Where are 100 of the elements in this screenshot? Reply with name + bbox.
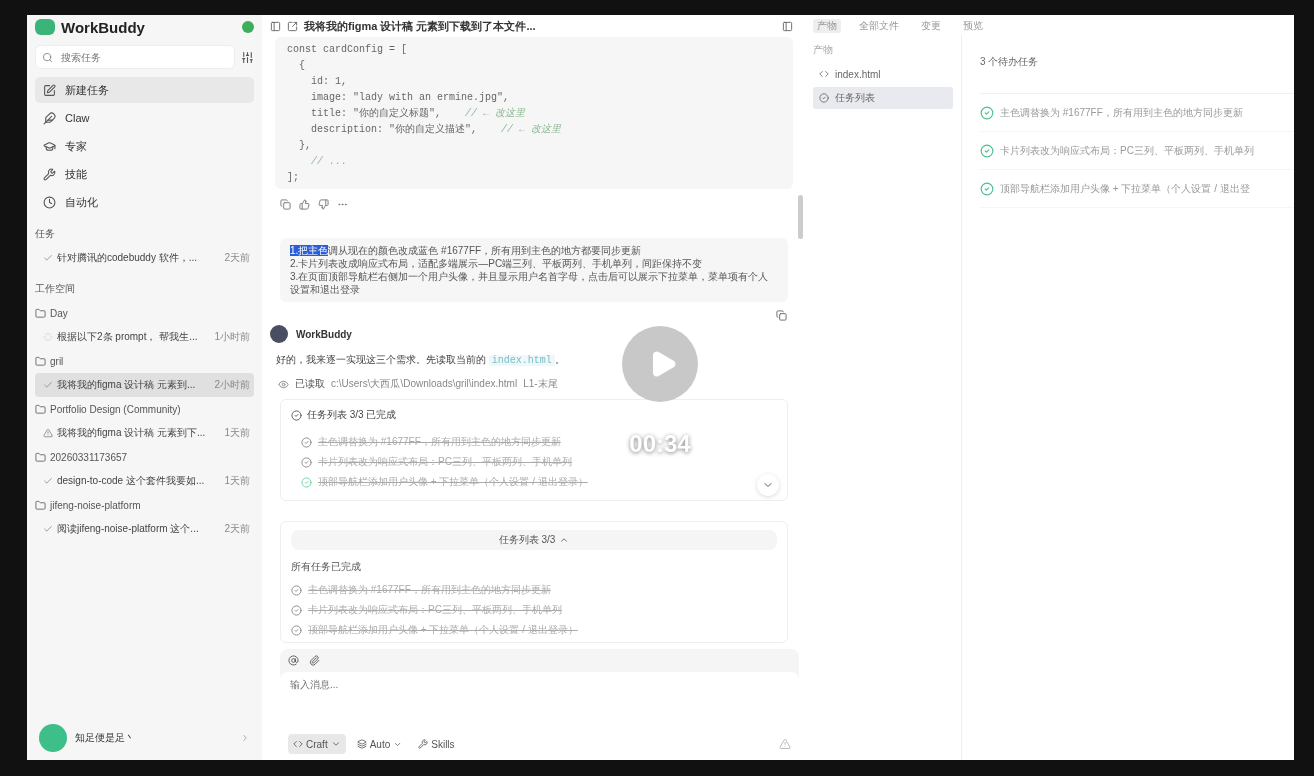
task-step: 主色调替换为 #1677FF，所有用到主色的地方同步更新	[318, 435, 561, 449]
nav-item[interactable]: 专家	[35, 133, 254, 159]
model-button[interactable]: Auto	[351, 734, 408, 754]
spinner-icon	[43, 332, 53, 342]
nav-item[interactable]: 新建任务	[35, 77, 254, 103]
bot-name: WorkBuddy	[296, 328, 352, 340]
section-heading: 任务	[35, 227, 56, 241]
nav-item[interactable]: 自动化	[35, 189, 254, 215]
check-circle-icon	[291, 584, 302, 596]
eye-icon	[278, 378, 289, 390]
folder-icon	[35, 451, 46, 463]
folder-item[interactable]: Portfolio Design (Community)	[35, 397, 254, 421]
code-line: image: "lady with an ermine.jpg",	[310, 91, 510, 103]
task-time: 1天前	[224, 426, 250, 440]
mention-icon[interactable]	[288, 655, 299, 666]
task-item[interactable]: design-to-code 这个套件我要如... 1天前	[35, 469, 254, 493]
panel-icon[interactable]	[782, 20, 793, 32]
folder-item[interactable]: jifeng-noise-platform	[35, 493, 254, 517]
section-heading: 产物	[813, 43, 834, 57]
task-item[interactable]: 阅读jifeng-noise-platform 这个... 2天前	[35, 517, 254, 541]
search-icon	[42, 51, 53, 63]
folder-icon	[35, 355, 46, 367]
nav-item[interactable]: 技能	[35, 161, 254, 187]
task-time: 2天前	[224, 251, 250, 265]
check-icon	[43, 253, 53, 263]
task-step: 顶部导航栏添加用户头像 + 下拉菜单（个人设置 / 退出登录）	[308, 623, 578, 637]
user-name: 知足便是足丶	[75, 731, 136, 745]
todo-text: 顶部导航栏添加用户头像 + 下拉菜单（个人设置 / 退出登	[1000, 181, 1250, 196]
check-icon	[43, 476, 53, 486]
warning-icon[interactable]	[779, 738, 791, 750]
task-item[interactable]: 我将我的figma 设计稿 元素到... 2小时前	[35, 373, 254, 397]
filter-icon[interactable]	[241, 50, 254, 64]
code-comment: // ...	[311, 155, 347, 167]
task-step: 卡片列表改为响应式布局：PC三列、平板两列、手机单列	[308, 603, 562, 617]
chevron-icon[interactable]	[240, 733, 250, 743]
task-time: 1天前	[224, 474, 250, 488]
scroll-down-button[interactable]	[757, 474, 779, 496]
file-item[interactable]: index.html	[813, 63, 953, 85]
chat-title: 我将我的figma 设计稿 元素到下载到了本文件...	[304, 18, 537, 34]
video-time: 00:34	[629, 430, 691, 458]
folder-icon	[35, 403, 46, 415]
check-circle-icon	[291, 604, 302, 616]
feather-icon	[43, 111, 56, 125]
thumbs-up-icon[interactable]	[299, 199, 310, 210]
scrollbar[interactable]	[798, 195, 803, 239]
task-title: 根据以下2条 prompt， 帮我生...	[57, 330, 199, 344]
task-list-toggle[interactable]: 任务列表 3/3	[291, 530, 777, 550]
check-circle-icon	[291, 409, 302, 421]
task-time: 1小时前	[214, 330, 250, 344]
thumbs-down-icon[interactable]	[318, 199, 329, 210]
mode-button[interactable]: Craft	[288, 734, 346, 754]
user-avatar[interactable]	[39, 724, 67, 752]
warning-icon	[43, 428, 53, 438]
code-line: {	[298, 59, 305, 71]
task-title: 我将我的figma 设计稿 元素到...	[57, 378, 197, 392]
search-field[interactable]: 搜索任务	[59, 50, 228, 64]
bot-avatar	[270, 325, 288, 343]
folder-icon	[35, 307, 46, 319]
copy-icon[interactable]	[776, 310, 787, 321]
copy-icon[interactable]	[280, 199, 291, 210]
todo-text: 主色调替换为 #1677FF，所有用到主色的地方同步更新	[1000, 105, 1243, 120]
message-input[interactable]: 输入消息...	[288, 678, 791, 691]
chevron-down-icon	[330, 739, 341, 749]
line-range: L1-末尾	[523, 377, 558, 391]
skills-button[interactable]: Skills	[413, 734, 460, 754]
nav-item[interactable]: Claw	[35, 105, 254, 131]
folder-item[interactable]: Day	[35, 301, 254, 325]
check-circle-icon	[291, 624, 302, 636]
folder-item[interactable]: gril	[35, 349, 254, 373]
logo-icon	[35, 19, 55, 35]
task-title: 针对腾讯的codebuddy 软件，...	[57, 251, 199, 265]
section-heading: 工作空间	[35, 282, 76, 296]
check-icon	[43, 380, 53, 390]
task-item[interactable]: 针对腾讯的codebuddy 软件，... 2天前	[35, 246, 254, 270]
reply-text: 好的，我来逐一实现这三个需求。先读取当前的 index.html 。	[276, 353, 566, 367]
attach-icon[interactable]	[309, 655, 320, 666]
search-box[interactable]: 搜索任务	[35, 45, 235, 69]
task-step: 主色调替换为 #1677FF，所有用到主色的地方同步更新	[308, 583, 551, 597]
folder-icon	[35, 499, 46, 511]
app-name: WorkBuddy	[61, 18, 146, 36]
code-line: },	[298, 139, 311, 151]
todo-text: 卡片列表改为响应式布局：PC三列、平板两列、手机单列	[1000, 143, 1254, 158]
task-step: 卡片列表改为响应式布局：PC三列、平板两列、手机单列	[318, 455, 572, 469]
new-window-icon[interactable]	[287, 20, 298, 32]
code-comment: // ← 改这里	[465, 106, 526, 120]
folder-item[interactable]: 20260331173657	[35, 445, 254, 469]
card-title: 任务列表 3/3 已完成	[307, 408, 397, 422]
task-item[interactable]: 根据以下2条 prompt， 帮我生... 1小时前	[35, 325, 254, 349]
file-item[interactable]: 任务列表	[813, 87, 953, 109]
task-item[interactable]: 我将我的figma 设计稿 元素到下... 1天前	[35, 421, 254, 445]
task-time: 2小时前	[214, 378, 250, 392]
status-icon	[242, 21, 254, 33]
read-label: 已读取	[295, 377, 325, 391]
panel-icon[interactable]	[270, 20, 281, 32]
code-icon	[819, 69, 829, 79]
status-text: 所有任务已完成	[291, 560, 362, 574]
code-line: ];	[287, 171, 299, 183]
code-comment: // ← 改这里	[501, 122, 562, 136]
clock-icon	[43, 195, 56, 209]
edit-icon	[43, 83, 56, 97]
